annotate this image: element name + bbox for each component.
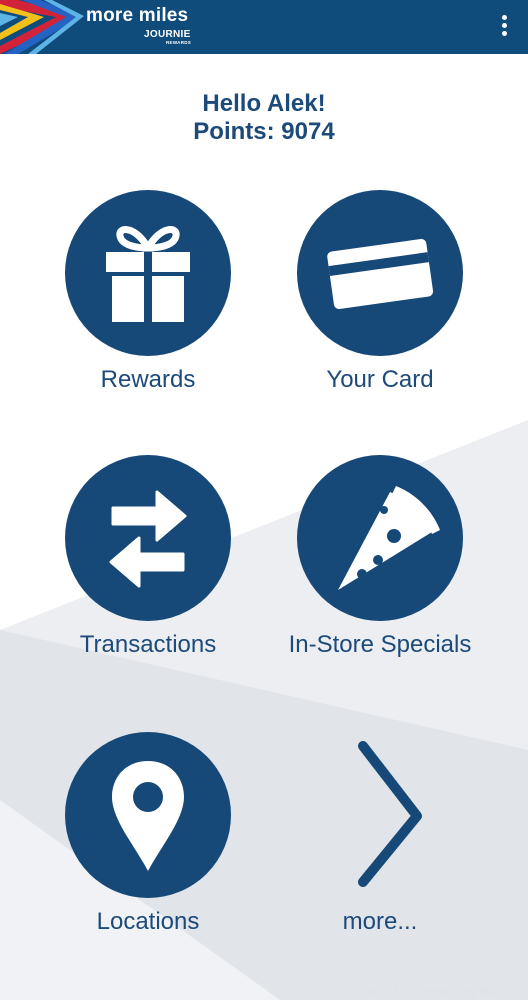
app-header: more miles JOURNIE REWARDS (0, 0, 528, 54)
in-store-specials-label: In-Store Specials (288, 631, 472, 658)
points-balance: Points: 9074 (193, 118, 335, 145)
rewards-button[interactable]: Rewards (33, 190, 263, 420)
your-card-button[interactable]: Your Card (265, 190, 495, 420)
your-card-circle (297, 190, 463, 356)
rewards-circle (65, 190, 231, 356)
in-store-specials-button[interactable]: In-Store Specials (265, 455, 495, 685)
transactions-button[interactable]: Transactions (33, 455, 263, 685)
chevron-right-icon (358, 741, 422, 887)
transactions-label: Transactions (79, 631, 217, 658)
locations-label: Locations (96, 908, 200, 935)
transactions-circle (65, 455, 231, 621)
more-button[interactable]: more... (265, 732, 495, 962)
pizza-icon (338, 486, 440, 590)
transfer-arrows-icon (109, 490, 187, 588)
brand-sub2-text: REWARDS (166, 40, 192, 45)
locations-button[interactable]: Locations (33, 732, 263, 962)
locations-circle (65, 732, 231, 898)
brand-stripes-logo (0, 0, 84, 54)
greeting-hello: Hello Alek! (202, 90, 326, 117)
your-card-label: Your Card (326, 366, 434, 393)
card-icon (327, 238, 434, 310)
overflow-menu-icon[interactable] (494, 15, 514, 39)
greeting: Hello Alek! Points: 9074 (0, 90, 528, 146)
brand-sub-text: JOURNIE (144, 29, 191, 40)
version-footer: Ver: 4.1.1 - Powered by MIDAX (361, 986, 514, 998)
gift-icon (106, 226, 190, 322)
more-label: more... (342, 908, 418, 935)
rewards-label: Rewards (100, 366, 196, 393)
brand-logo: more miles JOURNIE REWARDS (86, 5, 191, 46)
location-pin-icon (112, 761, 184, 871)
in-store-specials-circle (297, 455, 463, 621)
brand-main-text: more miles (86, 5, 189, 26)
